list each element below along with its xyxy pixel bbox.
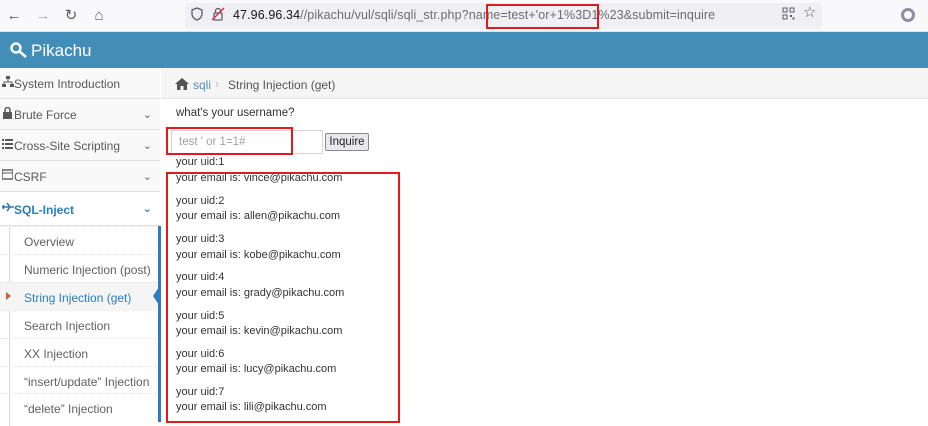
breadcrumb-link-sqli[interactable]: sqli [193, 78, 211, 92]
result-uid: your uid:4 [176, 271, 225, 283]
result-uid: your uid:5 [176, 310, 225, 322]
chevron-down-icon: ⌄ [142, 109, 152, 121]
result-uid: your uid:6 [176, 348, 225, 360]
sidebar-item-label: Brute Force [14, 108, 77, 122]
sidebar-subitem-string-injection[interactable]: String Injection (get) [0, 282, 160, 310]
chevron-down-icon: ⌄ [142, 140, 152, 152]
lock-icon [2, 106, 13, 120]
sidebar-subitem-xx-injection[interactable]: XX Injection [0, 338, 160, 366]
insecure-lock-icon[interactable] [211, 7, 225, 25]
result-uid: your uid:1 [176, 156, 225, 168]
sidebar-item-brute-force[interactable]: Brute Force ⌄ [0, 99, 160, 130]
breadcrumb-current: String Injection (get) [228, 78, 336, 92]
url-path: //pikachu/vul/sqli/sqli_str.php?name=tes… [300, 8, 716, 22]
username-input[interactable] [171, 130, 323, 154]
result-email: your email is: kevin@pikachu.com [176, 325, 343, 337]
sidebar-item-label: CSRF [14, 170, 47, 184]
sidebar-item-sql-inject[interactable]: SQL-Inject ⌄ [0, 192, 160, 226]
url-host: 47.96.96.34 [233, 8, 301, 22]
sidebar-subitem-search-injection[interactable]: Search Injection [0, 310, 160, 338]
sidebar-subitem-label: Numeric Injection (post) [24, 263, 151, 277]
sidebar-subitem-delete-injection[interactable]: “delete” Injection [0, 393, 160, 421]
back-icon[interactable]: ← [5, 7, 23, 25]
sidebar-item-system-introduction[interactable]: System Introduction [0, 68, 160, 99]
sitemap-icon [2, 76, 14, 89]
reload-icon[interactable]: ↻ [62, 7, 80, 25]
active-indicator-bar [158, 226, 161, 422]
home-nav-icon[interactable]: ⌂ [90, 7, 108, 25]
result-email: your email is: kobe@pikachu.com [176, 249, 341, 261]
result-uid: your uid:7 [176, 386, 225, 398]
sidebar-subitem-label: String Injection (get) [24, 291, 132, 305]
qr-code-icon[interactable] [782, 7, 795, 24]
active-pointer-icon [153, 284, 161, 308]
sidebar-item-label: System Introduction [14, 77, 121, 91]
shield-icon[interactable] [191, 7, 203, 25]
sidebar-item-label: Cross-Site Scripting [14, 139, 121, 153]
caret-right-icon [6, 292, 11, 300]
chevron-down-icon: ⌄ [142, 203, 152, 215]
plane-icon [2, 202, 14, 215]
inquire-button[interactable]: Inquire [325, 133, 369, 151]
result-email: your email is: grady@pikachu.com [176, 287, 345, 299]
breadcrumb-separator: › [215, 77, 219, 91]
sidebar-subitem-label: “delete” Injection [24, 402, 113, 416]
result-email: your email is: lili@pikachu.com [176, 401, 327, 413]
sidebar-subitem-insert-update-injection[interactable]: “insert/update” Injection [0, 366, 160, 394]
result-email: your email is: lucy@pikachu.com [176, 363, 337, 375]
sidebar-subitem-overview[interactable]: Overview [0, 226, 160, 254]
extension-icon[interactable] [901, 8, 915, 22]
list-icon [2, 138, 13, 151]
forward-icon[interactable]: → [34, 7, 52, 25]
sidebar-item-csrf[interactable]: CSRF ⌄ [0, 161, 160, 192]
sidebar-subitem-label: “insert/update” Injection [24, 375, 150, 389]
sidebar-subitem-label: XX Injection [24, 347, 89, 361]
sidebar-subitem-label: Overview [24, 235, 75, 249]
chevron-down-icon: ⌄ [142, 171, 152, 183]
result-email: your email is: vince@pikachu.com [176, 172, 343, 184]
sidebar-subitem-label: Search Injection [24, 319, 111, 333]
app-header [0, 32, 928, 68]
url-text[interactable]: 47.96.96.34//pikachu/vul/sqli/sqli_str.p… [233, 8, 715, 22]
bookmark-star-icon[interactable]: ☆ [803, 5, 816, 21]
username-prompt: what's your username? [176, 107, 295, 119]
result-uid: your uid:2 [176, 195, 225, 207]
sidebar-item-xss[interactable]: Cross-Site Scripting ⌄ [0, 130, 160, 161]
app-title[interactable]: Pikachu [31, 41, 91, 61]
sidebar-subitem-numeric-injection[interactable]: Numeric Injection (post) [0, 254, 160, 282]
home-icon[interactable] [175, 77, 189, 90]
wrench-icon [10, 42, 28, 58]
sidebar-item-label: SQL-Inject [14, 203, 75, 217]
result-email: your email is: allen@pikachu.com [176, 210, 341, 222]
result-uid: your uid:3 [176, 233, 225, 245]
csrf-icon [1, 169, 14, 182]
